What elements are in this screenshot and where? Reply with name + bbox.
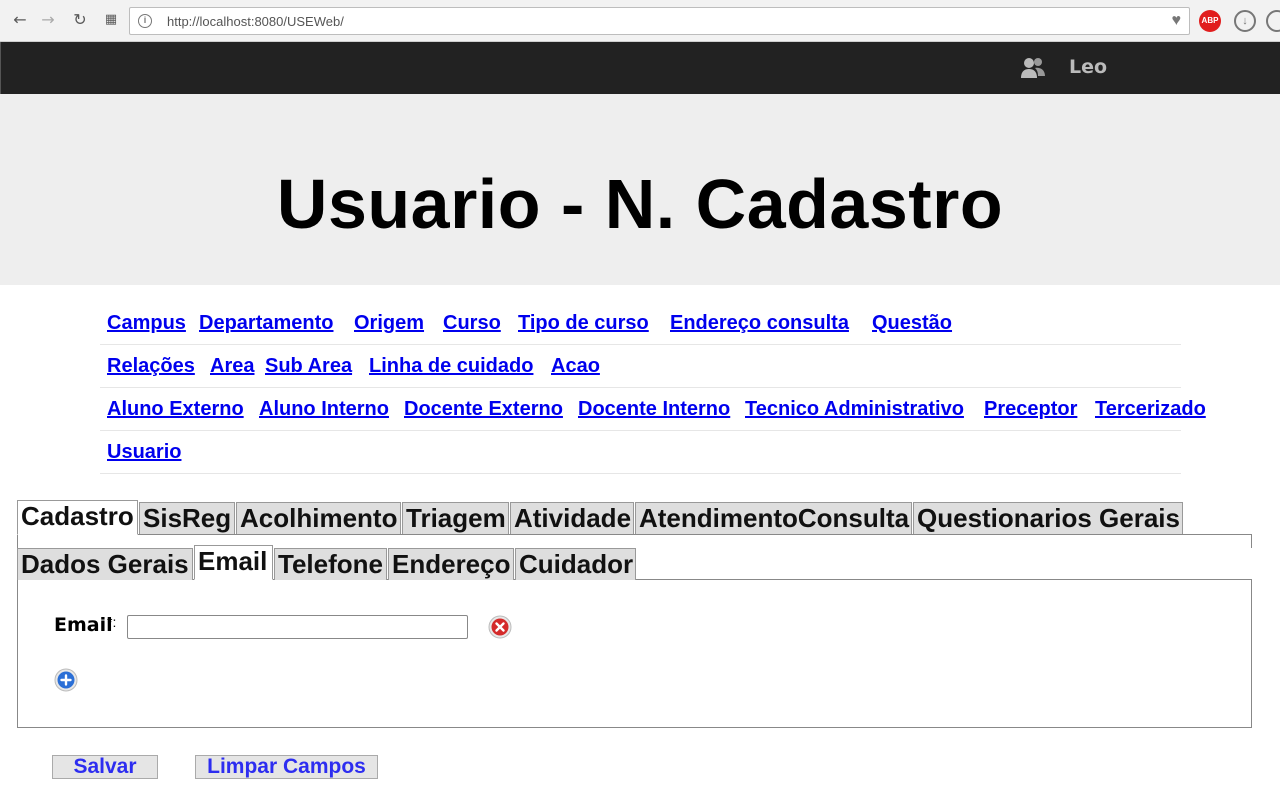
apps-icon[interactable]: ▦ — [101, 10, 121, 30]
menu-link-aluno-externo[interactable]: Aluno Externo — [107, 398, 244, 421]
tab-sisreg[interactable]: SisReg — [139, 502, 235, 534]
tab-cuidador[interactable]: Cuidador — [515, 548, 636, 580]
tab-atendimento-consulta[interactable]: AtendimentoConsulta — [635, 502, 912, 534]
tab-atividade[interactable]: Atividade — [510, 502, 634, 534]
nav-menu: Campus Departamento Origem Curso Tipo de… — [100, 302, 1206, 474]
menu-link-area[interactable]: Area — [210, 355, 254, 378]
menu-row: Aluno Externo Aluno Interno Docente Exte… — [100, 388, 1206, 431]
tab-email[interactable]: Email — [194, 545, 273, 580]
save-button[interactable]: Salvar — [52, 755, 158, 779]
heart-icon[interactable]: ♥ — [1172, 12, 1182, 30]
browser-toolbar: ← → ↻ ▦ i http://localhost:8080/USEWeb/ … — [0, 0, 1280, 42]
url-text[interactable]: http://localhost:8080/USEWeb/ — [167, 14, 344, 29]
tab-triagem[interactable]: Triagem — [402, 502, 509, 534]
menu-link-origem[interactable]: Origem — [354, 312, 424, 335]
remove-circle-icon[interactable] — [488, 615, 512, 639]
user-name[interactable]: Leo — [1069, 56, 1107, 78]
menu-link-relacoes[interactable]: Relações — [107, 355, 195, 378]
forward-arrow-icon[interactable]: → — [38, 10, 58, 30]
tab-endereco[interactable]: Endereço — [388, 548, 514, 580]
menu-link-endereco-consulta[interactable]: Endereço consulta — [670, 312, 849, 335]
menu-link-questao[interactable]: Questão — [872, 312, 952, 335]
app-header: Leo — [0, 42, 1280, 94]
tab-acolhimento[interactable]: Acolhimento — [236, 502, 401, 534]
menu-link-docente-externo[interactable]: Docente Externo — [404, 398, 563, 421]
menu-link-tecnico-administrativo[interactable]: Tecnico Administrativo — [745, 398, 964, 421]
menu-link-acao[interactable]: Acao — [551, 355, 600, 378]
menu-link-campus[interactable]: Campus — [107, 312, 186, 335]
menu-row: Usuario — [100, 431, 1181, 474]
tab-cadastro[interactable]: Cadastro — [17, 500, 138, 535]
menu-link-sub-area[interactable]: Sub Area — [265, 355, 352, 378]
reload-icon[interactable]: ↻ — [70, 10, 90, 30]
menu-row: Relações Area Sub Area Linha de cuidado … — [100, 345, 1181, 388]
page-title: Usuario - N. Cadastro — [276, 165, 1004, 243]
clear-fields-button[interactable]: Limpar Campos — [195, 755, 378, 779]
menu-link-tercerizado[interactable]: Tercerizado — [1095, 398, 1206, 421]
adblock-icon[interactable]: ABP — [1199, 10, 1221, 32]
required-marker: *: — [107, 614, 117, 630]
info-icon[interactable]: i — [138, 14, 152, 28]
users-icon[interactable] — [1020, 56, 1046, 80]
email-field[interactable] — [127, 615, 468, 639]
address-bar[interactable]: i http://localhost:8080/USEWeb/ ♥ — [129, 7, 1190, 35]
download-icon[interactable]: ↓ — [1234, 10, 1256, 32]
menu-link-preceptor[interactable]: Preceptor — [984, 398, 1077, 421]
email-label: Email — [54, 614, 113, 636]
menu-link-linha-de-cuidado[interactable]: Linha de cuidado — [369, 355, 533, 378]
menu-link-curso[interactable]: Curso — [443, 312, 501, 335]
menu-link-usuario[interactable]: Usuario — [107, 441, 181, 464]
menu-link-aluno-interno[interactable]: Aluno Interno — [259, 398, 389, 421]
menu-link-docente-interno[interactable]: Docente Interno — [578, 398, 730, 421]
extension-icon[interactable] — [1266, 10, 1280, 32]
back-arrow-icon[interactable]: ← — [10, 10, 30, 30]
menu-link-departamento[interactable]: Departamento — [199, 312, 333, 335]
page-header: Usuario - N. Cadastro — [0, 94, 1280, 285]
tab-questionarios-gerais[interactable]: Questionarios Gerais — [913, 502, 1183, 534]
menu-row: Campus Departamento Origem Curso Tipo de… — [100, 302, 1181, 345]
tab-panel-email — [17, 579, 1252, 728]
tab-telefone[interactable]: Telefone — [274, 548, 387, 580]
add-circle-icon[interactable] — [54, 668, 78, 692]
menu-link-tipo-de-curso[interactable]: Tipo de curso — [518, 312, 649, 335]
tab-dados-gerais[interactable]: Dados Gerais — [17, 548, 193, 580]
